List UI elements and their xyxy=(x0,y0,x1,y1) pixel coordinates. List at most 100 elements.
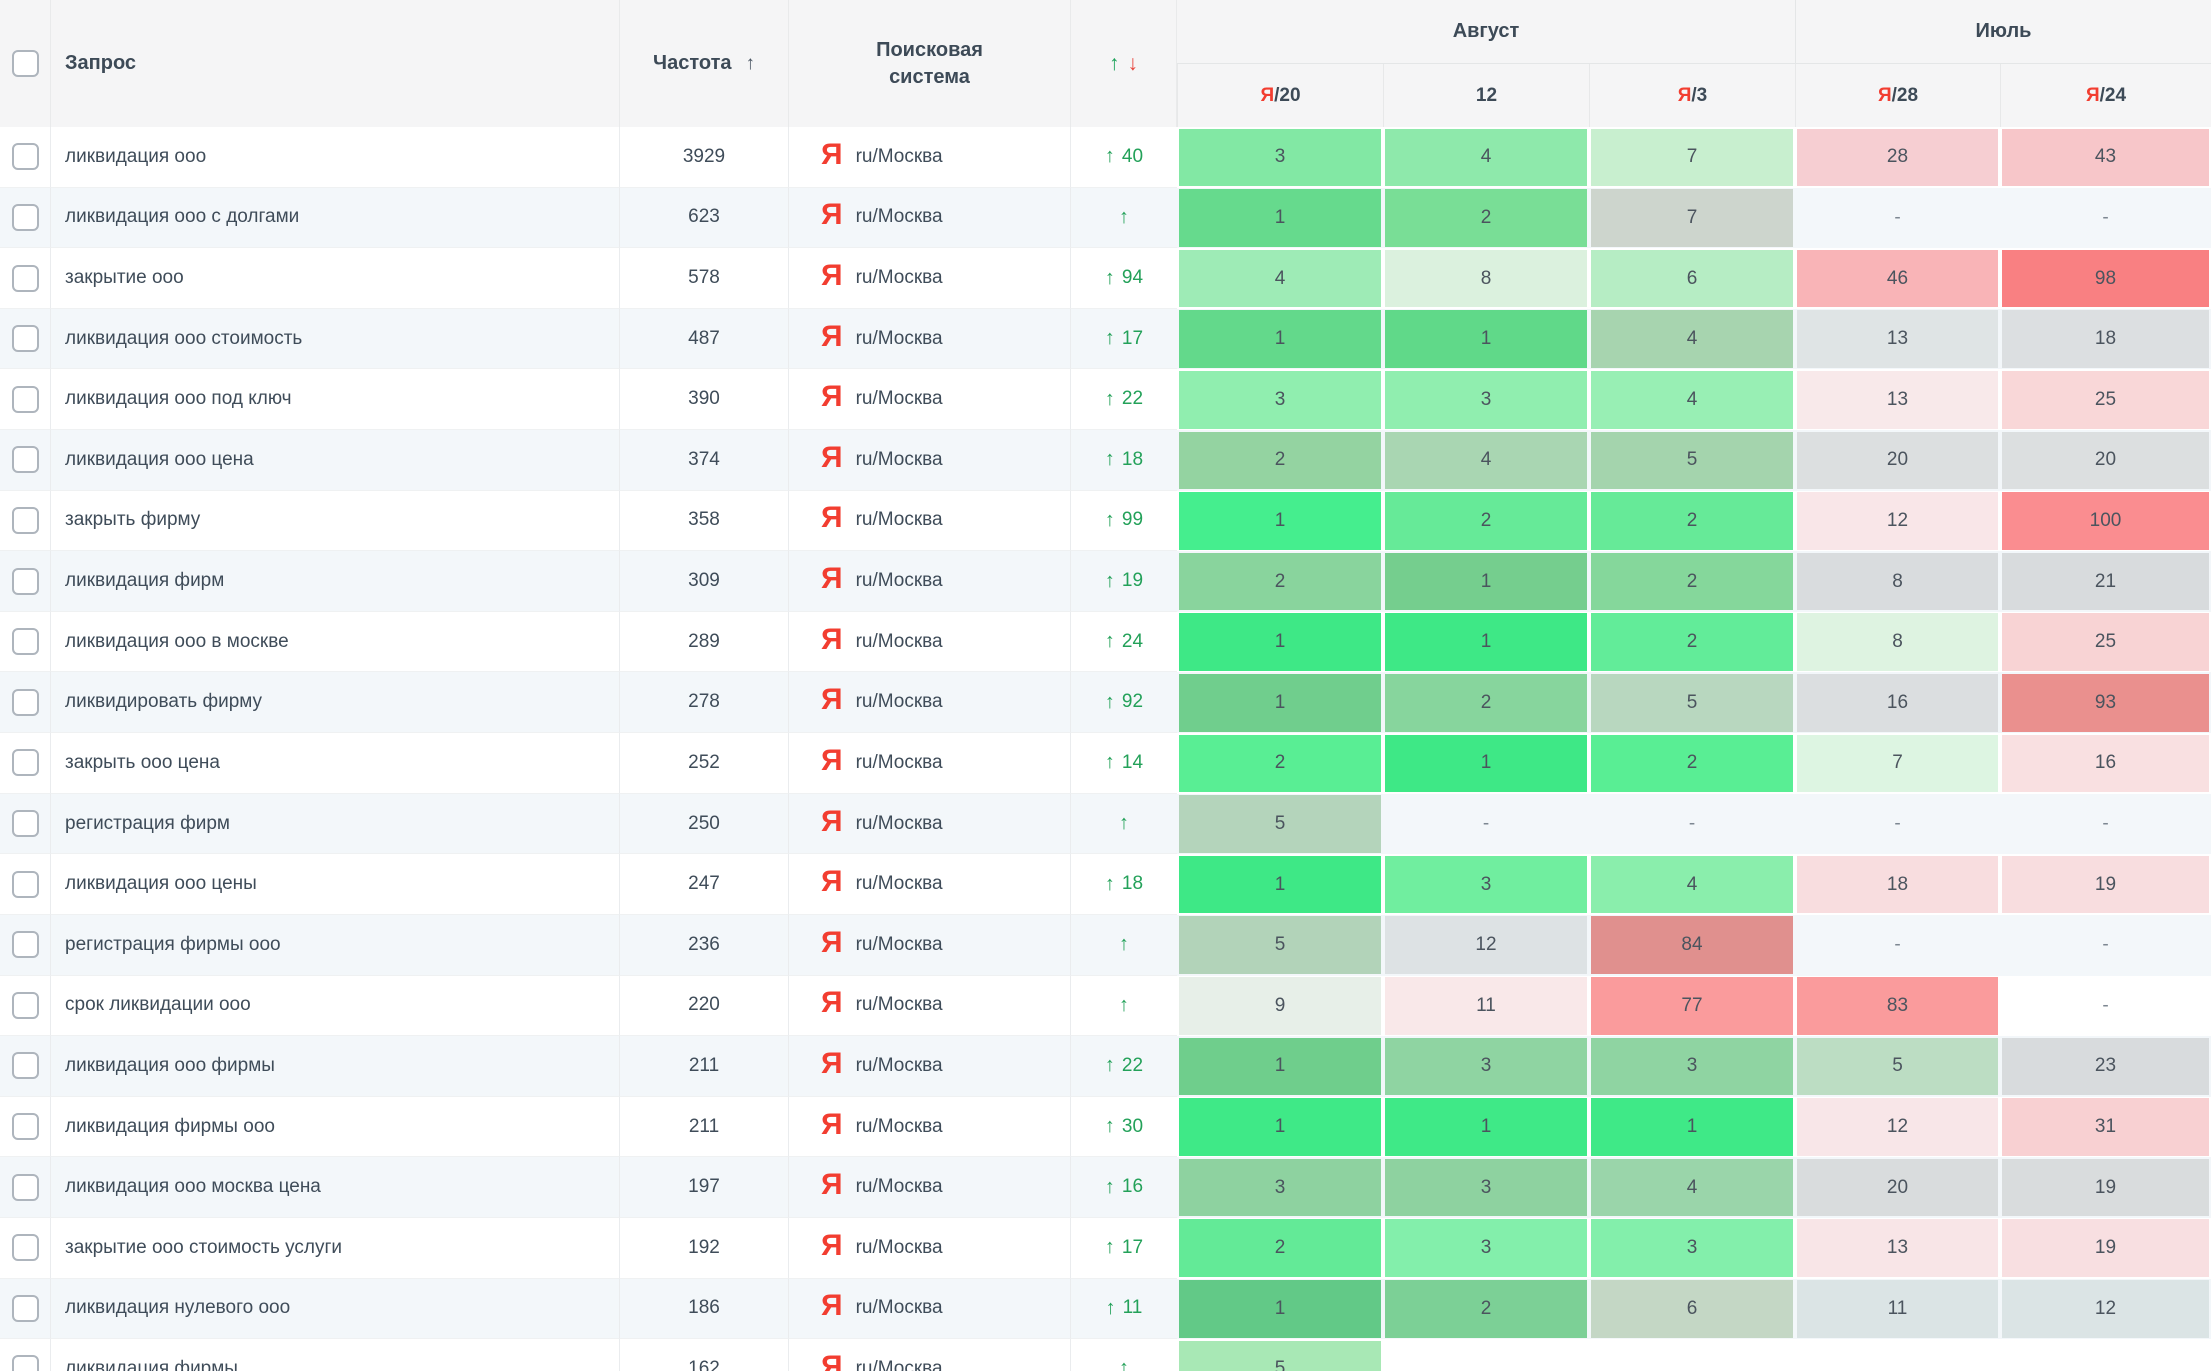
table-row: ликвидация ооо под ключ390Яru/Москва↑223… xyxy=(0,369,2211,430)
query-header-label: Запрос xyxy=(65,52,136,75)
query-cell[interactable]: ликвидация ооо в москве xyxy=(51,612,620,673)
date-column-header[interactable]: Я/28 xyxy=(1795,64,2000,127)
row-checkbox[interactable] xyxy=(12,1052,39,1079)
yandex-icon: Я xyxy=(2086,85,2100,107)
row-checkbox[interactable] xyxy=(12,1113,39,1140)
query-cell[interactable]: ликвидация ооо с долгами xyxy=(51,188,620,249)
position-value: 16 xyxy=(1887,692,1908,714)
position-cell: 2 xyxy=(1383,491,1589,552)
position-cell: 5 xyxy=(1589,430,1795,491)
query-cell[interactable]: закрытие ооо стоимость услуги xyxy=(51,1218,620,1279)
engine-region-label: ru/Москва xyxy=(856,1116,943,1138)
position-cell: 19 xyxy=(2000,854,2211,915)
query-cell[interactable]: ликвидация нулевого ооо xyxy=(51,1279,620,1340)
row-checkbox[interactable] xyxy=(12,265,39,292)
query-cell[interactable]: ликвидация ооо цены xyxy=(51,854,620,915)
position-cell: 3 xyxy=(1383,1157,1589,1218)
position-cell: 1 xyxy=(1177,309,1383,370)
row-checkbox[interactable] xyxy=(12,871,39,898)
change-cell: ↑24 xyxy=(1071,612,1177,673)
yandex-icon: Я xyxy=(821,867,843,901)
search-engine-cell: Яru/Москва xyxy=(789,491,1071,552)
query-cell[interactable]: ликвидация фирмы ооо xyxy=(51,1097,620,1158)
position-cell: - xyxy=(1795,794,2000,855)
date-column-header[interactable]: 12 xyxy=(1383,64,1589,127)
arrow-up-icon: ↑ xyxy=(1105,1054,1115,1077)
row-checkbox[interactable] xyxy=(12,1174,39,1201)
position-value: 1 xyxy=(1275,1298,1286,1320)
row-checkbox[interactable] xyxy=(12,628,39,655)
query-cell[interactable]: ликвидировать фирму xyxy=(51,672,620,733)
row-checkbox[interactable] xyxy=(12,1355,39,1371)
table-row: закрыть фирму358Яru/Москва↑9912212100 xyxy=(0,491,2211,552)
change-cell: ↑17 xyxy=(1071,309,1177,370)
arrow-up-icon: ↑ xyxy=(1105,327,1115,350)
position-cell xyxy=(2000,1339,2211,1371)
column-header-query[interactable]: Запрос xyxy=(51,0,620,127)
row-checkbox-cell xyxy=(0,794,51,855)
query-cell[interactable]: ликвидация ооо xyxy=(51,127,620,188)
row-checkbox[interactable] xyxy=(12,568,39,595)
date-column-header[interactable]: Я/20 xyxy=(1177,64,1383,127)
position-value: 9 xyxy=(1275,995,1286,1017)
query-cell[interactable]: ликвидация ооо под ключ xyxy=(51,369,620,430)
row-checkbox[interactable] xyxy=(12,992,39,1019)
query-cell[interactable]: закрыть фирму xyxy=(51,491,620,552)
row-checkbox-cell xyxy=(0,248,51,309)
yandex-icon: Я xyxy=(821,1110,843,1144)
query-cell[interactable]: регистрация фирмы ооо xyxy=(51,915,620,976)
position-cell: 12 xyxy=(1383,915,1589,976)
yandex-icon: Я xyxy=(821,746,843,780)
query-cell[interactable]: ликвидация фирмы xyxy=(51,1339,620,1371)
query-cell[interactable]: ликвидация ооо фирмы xyxy=(51,1036,620,1097)
position-value: 2 xyxy=(1481,1298,1492,1320)
row-checkbox[interactable] xyxy=(12,931,39,958)
row-checkbox[interactable] xyxy=(12,749,39,776)
position-cell: 77 xyxy=(1589,976,1795,1037)
position-value: 3 xyxy=(1481,1177,1492,1199)
table-row: ликвидация ооо стоимость487Яru/Москва↑17… xyxy=(0,309,2211,370)
row-checkbox[interactable] xyxy=(12,446,39,473)
position-cell: 83 xyxy=(1795,976,2000,1037)
row-checkbox[interactable] xyxy=(12,810,39,837)
select-all-checkbox[interactable] xyxy=(12,50,39,77)
row-checkbox[interactable] xyxy=(12,1295,39,1322)
column-header-frequency[interactable]: Частота ↑ xyxy=(620,0,789,127)
engine-region-label: ru/Москва xyxy=(856,1297,943,1319)
query-cell[interactable]: закрытие ооо xyxy=(51,248,620,309)
date-column-header[interactable]: Я/24 xyxy=(2000,64,2211,127)
row-checkbox[interactable] xyxy=(12,143,39,170)
frequency-cell: 211 xyxy=(620,1097,789,1158)
row-checkbox[interactable] xyxy=(12,386,39,413)
query-cell[interactable]: закрыть ооо цена xyxy=(51,733,620,794)
column-header-change[interactable]: ↑ ↓ xyxy=(1071,0,1177,127)
date-label: 12 xyxy=(1476,85,1497,107)
query-cell[interactable]: ликвидация фирм xyxy=(51,551,620,612)
search-engine-cell: Яru/Москва xyxy=(789,551,1071,612)
position-value: 4 xyxy=(1481,449,1492,471)
position-value: 1 xyxy=(1275,510,1286,532)
position-cell xyxy=(1383,1339,1589,1371)
table-row: закрытие ооо578Яru/Москва↑944864698 xyxy=(0,248,2211,309)
change-cell: ↑94 xyxy=(1071,248,1177,309)
position-value: 31 xyxy=(2095,1116,2116,1138)
row-checkbox[interactable] xyxy=(12,204,39,231)
position-cell: - xyxy=(1795,188,2000,249)
position-cell: 100 xyxy=(2000,491,2211,552)
position-value: 12 xyxy=(1887,510,1908,532)
query-cell[interactable]: ликвидация ооо цена xyxy=(51,430,620,491)
query-cell[interactable]: регистрация фирм xyxy=(51,794,620,855)
query-cell[interactable]: ликвидация ооо москва цена xyxy=(51,1157,620,1218)
change-cell: ↑22 xyxy=(1071,1036,1177,1097)
row-checkbox[interactable] xyxy=(12,325,39,352)
arrow-down-icon: ↓ xyxy=(1128,52,1139,76)
position-cell: 2 xyxy=(1589,612,1795,673)
date-label: /24 xyxy=(2100,85,2126,107)
position-cell: - xyxy=(2000,976,2211,1037)
row-checkbox[interactable] xyxy=(12,1234,39,1261)
query-cell[interactable]: срок ликвидации ооо xyxy=(51,976,620,1037)
row-checkbox[interactable] xyxy=(12,689,39,716)
row-checkbox[interactable] xyxy=(12,507,39,534)
date-column-header[interactable]: Я/3 xyxy=(1589,64,1795,127)
query-cell[interactable]: ликвидация ооо стоимость xyxy=(51,309,620,370)
